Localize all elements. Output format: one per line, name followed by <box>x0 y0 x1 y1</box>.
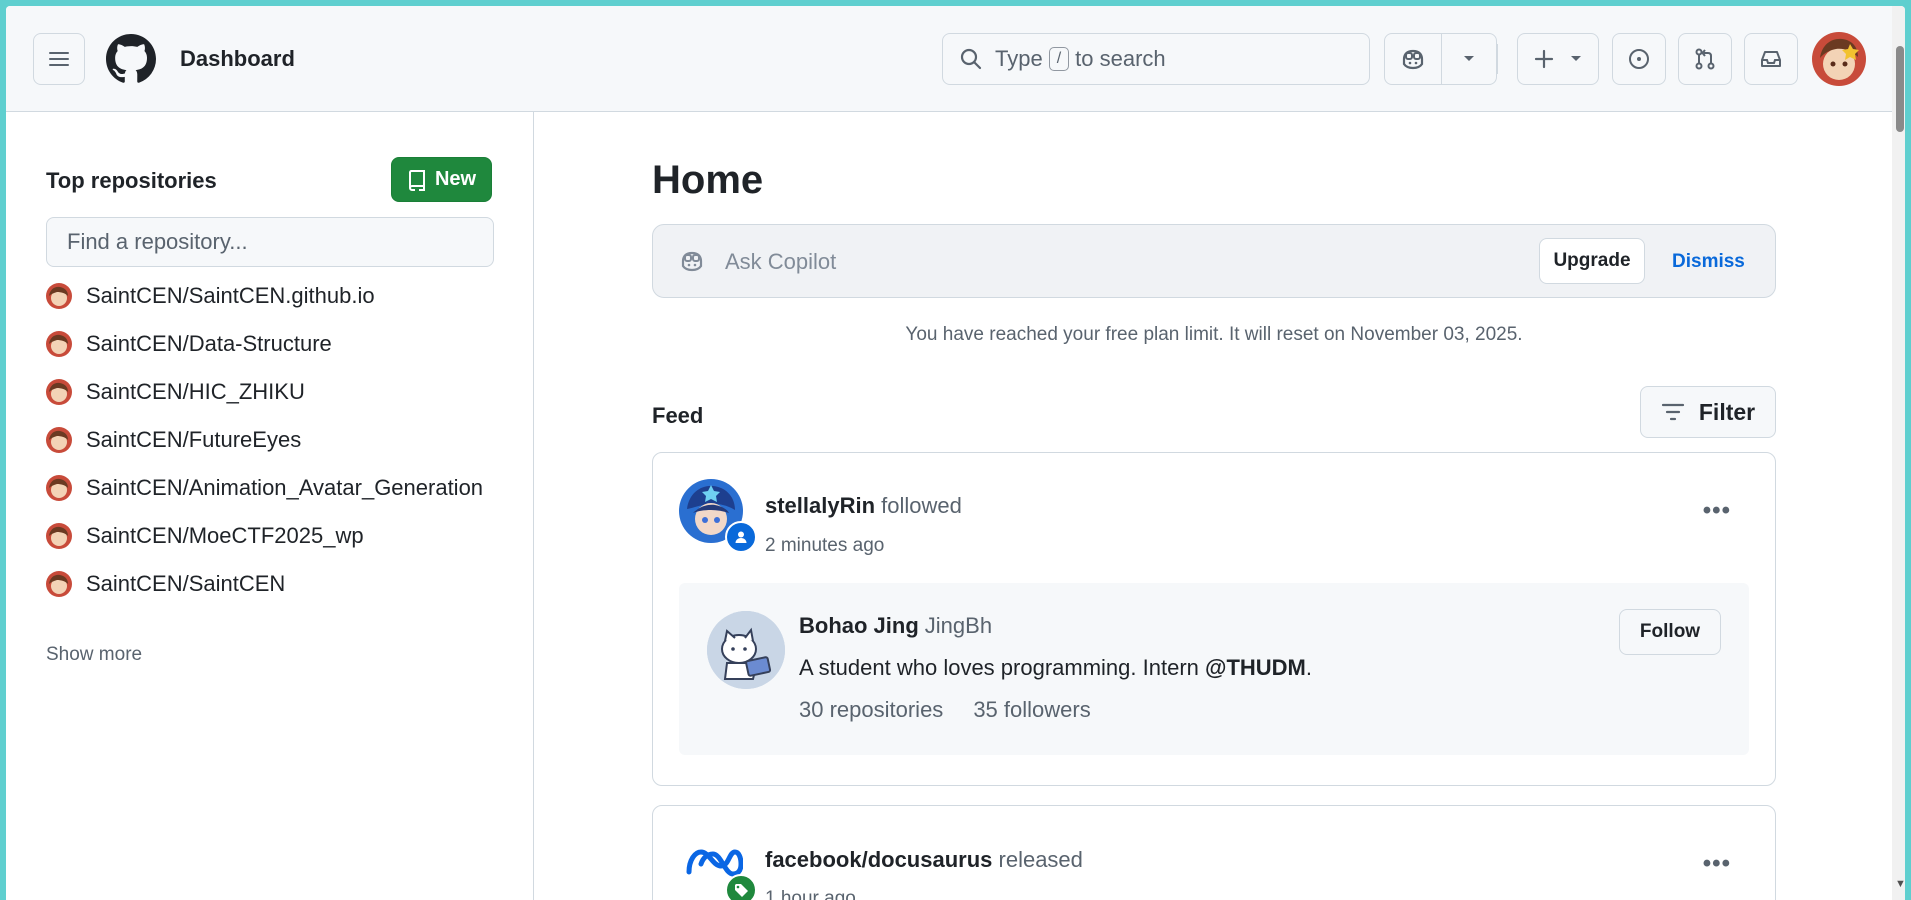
feed-action-text: followed <box>881 493 962 518</box>
repository-link[interactable]: SaintCEN/Data-Structure <box>46 320 483 368</box>
feed-action-text: released <box>998 847 1083 872</box>
scroll-down-arrow-icon[interactable]: ▼ <box>1895 878 1905 890</box>
caret-down-icon <box>1464 56 1474 61</box>
browser-window: Dashboard Type / to search ▼ Top reposit… <box>6 6 1905 900</box>
followed-user-bio: A student who loves programming. Intern … <box>799 655 1313 680</box>
copilot-icon <box>1402 49 1424 70</box>
repository-link[interactable]: SaintCEN/HIC_ZHIKU <box>46 368 483 416</box>
followed-user-fullname[interactable]: Bohao Jing <box>799 613 919 638</box>
upgrade-button[interactable]: Upgrade <box>1539 238 1645 284</box>
copilot-icon <box>679 249 705 278</box>
top-header: Dashboard Type / to search <box>6 6 1892 112</box>
copilot-button[interactable] <box>1385 34 1441 84</box>
sidebar: Top repositories New Find a repository..… <box>6 112 534 900</box>
scrollbar-thumb[interactable] <box>1896 46 1904 132</box>
page-title: Home <box>652 158 764 202</box>
search-prefix-text: Type <box>995 46 1043 71</box>
top-repositories-heading: Top repositories <box>46 168 217 193</box>
github-logo-icon[interactable] <box>106 34 156 84</box>
repository-link[interactable]: SaintCEN/SaintCEN <box>46 560 483 608</box>
global-search[interactable]: Type / to search <box>942 33 1370 85</box>
repository-list: SaintCEN/SaintCEN.github.io SaintCEN/Dat… <box>46 272 483 608</box>
dismiss-button[interactable]: Dismiss <box>1672 251 1745 273</box>
repository-link[interactable]: SaintCEN/SaintCEN.github.io <box>46 272 483 320</box>
feed-item: stellalyRin followed 2 minutes ago ••• B… <box>652 452 1776 786</box>
page-scrollbar[interactable] <box>1892 6 1905 900</box>
plan-limit-message: You have reached your free plan limit. I… <box>905 324 1523 345</box>
feed-timestamp[interactable]: 2 minutes ago <box>765 535 884 557</box>
feed-filter-button[interactable]: Filter <box>1640 386 1776 438</box>
person-badge-icon <box>725 521 757 553</box>
pull-request-icon <box>1695 48 1715 70</box>
repo-owner-avatar <box>46 379 72 405</box>
ask-copilot-placeholder: Ask Copilot <box>725 249 837 274</box>
header-divider <box>1496 44 1498 74</box>
hamburger-icon <box>49 52 69 66</box>
issues-button[interactable] <box>1612 33 1666 85</box>
repo-owner-avatar <box>46 331 72 357</box>
pull-requests-button[interactable] <box>1678 33 1732 85</box>
search-icon <box>960 48 982 70</box>
repo-owner-avatar <box>46 571 72 597</box>
repository-link[interactable]: SaintCEN/MoeCTF2025_wp <box>46 512 483 560</box>
followed-user-avatar[interactable] <box>707 611 785 689</box>
more-options-icon[interactable]: ••• <box>1703 497 1731 525</box>
repo-icon <box>408 169 425 191</box>
create-new-button[interactable] <box>1517 33 1599 85</box>
mention-link[interactable]: @THUDM <box>1205 655 1306 680</box>
repositories-count[interactable]: 30 repositories <box>799 697 943 722</box>
repository-link[interactable]: SaintCEN/FutureEyes <box>46 416 483 464</box>
feed-heading: Feed <box>652 403 704 428</box>
feed-item-header: stellalyRin followed <box>765 493 962 519</box>
repository-link[interactable]: SaintCEN/Animation_Avatar_Generation <box>46 464 483 512</box>
followed-user-login[interactable]: JingBh <box>925 613 992 638</box>
menu-button[interactable] <box>33 33 85 85</box>
page-context-title[interactable]: Dashboard <box>180 46 295 72</box>
copilot-dropdown-button[interactable] <box>1442 34 1496 84</box>
copilot-button-group <box>1384 33 1497 85</box>
user-avatar[interactable] <box>1812 32 1866 86</box>
filter-label: Filter <box>1698 398 1756 425</box>
actor-name-link[interactable]: stellalyRin <box>765 493 875 518</box>
followed-user-name: Bohao Jing JingBh <box>799 613 992 639</box>
new-repository-button[interactable]: New <box>391 157 492 202</box>
tag-badge-icon <box>725 874 757 900</box>
feed-item-header: facebook/docusaurus released <box>765 847 1083 873</box>
actor-name-link[interactable]: facebook/docusaurus <box>765 847 992 872</box>
filter-icon <box>1661 403 1684 421</box>
followed-user-stats: 30 repositories 35 followers <box>799 697 1091 723</box>
feed-timestamp[interactable]: 1 hour ago <box>765 888 856 900</box>
search-shortcut-key: / <box>1048 47 1070 71</box>
new-button-label: New <box>434 168 477 190</box>
plus-icon <box>1534 49 1554 69</box>
search-suffix-text: to search <box>1075 46 1166 71</box>
followed-user-card: Bohao Jing JingBh A student who loves pro… <box>679 583 1749 755</box>
repo-owner-avatar <box>46 475 72 501</box>
repo-owner-avatar <box>46 427 72 453</box>
find-repository-input[interactable]: Find a repository... <box>46 217 494 267</box>
inbox-icon <box>1761 51 1781 67</box>
caret-down-icon <box>1571 56 1581 61</box>
follow-button[interactable]: Follow <box>1619 609 1721 655</box>
feed-item: facebook/docusaurus released 1 hour ago … <box>652 805 1776 900</box>
repo-owner-avatar <box>46 523 72 549</box>
repo-owner-avatar <box>46 283 72 309</box>
ask-copilot-box[interactable]: Ask Copilot Upgrade Dismiss <box>652 224 1776 298</box>
issue-icon <box>1629 49 1649 69</box>
show-more-link[interactable]: Show more <box>46 644 142 666</box>
followers-count[interactable]: 35 followers <box>973 697 1090 722</box>
inbox-button[interactable] <box>1744 33 1798 85</box>
more-options-icon[interactable]: ••• <box>1703 850 1731 878</box>
